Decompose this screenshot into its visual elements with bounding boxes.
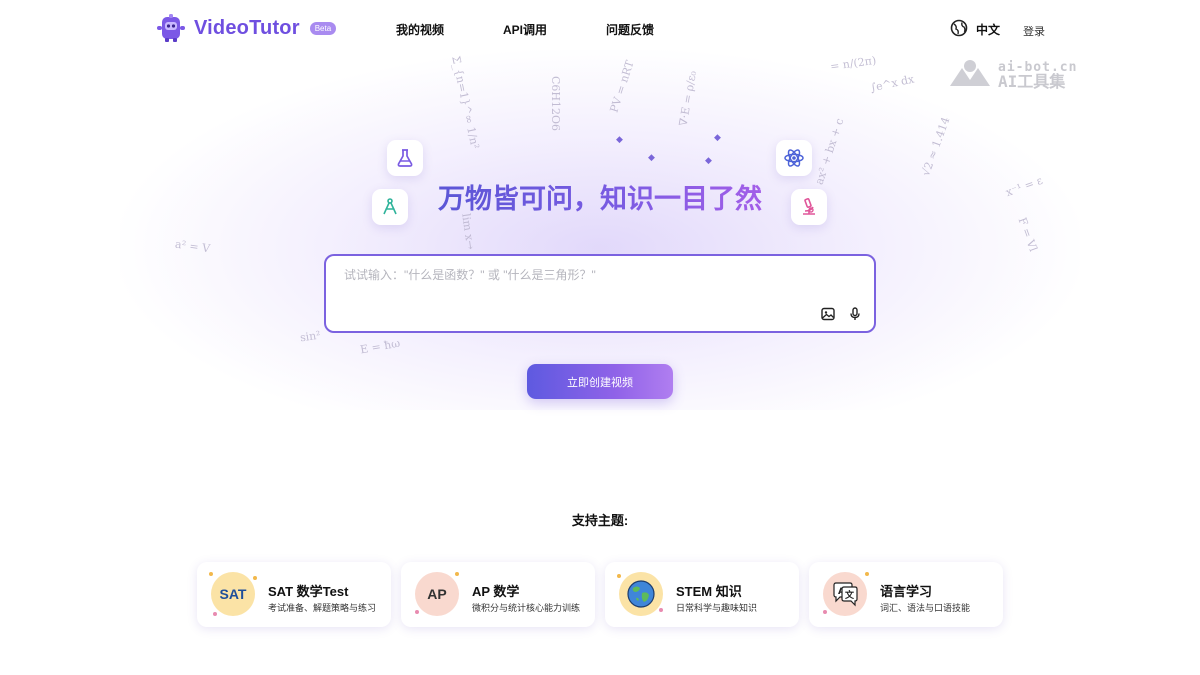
topic-subtitle: 微积分与统计核心能力训练 — [472, 603, 581, 613]
language-switcher[interactable]: 中文 — [950, 19, 1000, 40]
topic-card-ap[interactable]: AP AP 数学 微积分与统计核心能力训练 — [401, 562, 595, 627]
background-formula: √2 ≈ 1.414 — [919, 115, 953, 178]
watermark-line2: AI工具集 — [998, 72, 1066, 91]
decor-dot — [415, 610, 419, 614]
sparkle-icon: ◆ — [714, 132, 721, 142]
background-formula: lim x→ — [459, 212, 478, 251]
background-formula: a² = V — [174, 237, 211, 256]
topic-title: AP 数学 — [472, 584, 520, 599]
svg-text:文: 文 — [844, 589, 855, 601]
topic-subtitle: 考试准备、解题策略与练习 — [268, 603, 377, 613]
nav-my-videos[interactable]: 我的视频 — [396, 21, 444, 38]
watermark-logo-icon — [948, 58, 992, 93]
topic-card-sat[interactable]: SAT SAT 数学Test 考试准备、解题策略与练习 — [197, 562, 391, 627]
question-input-box — [324, 254, 876, 333]
background-formula: F = Vl — [1015, 215, 1040, 254]
sparkle-icon: ◆ — [705, 155, 712, 165]
microphone-icon — [848, 306, 862, 326]
flask-icon — [387, 140, 423, 176]
topic-title: STEM 知识 — [676, 584, 742, 599]
ap-badge: AP — [415, 572, 459, 616]
atom-icon — [776, 140, 812, 176]
image-icon — [821, 307, 835, 326]
background-formula: ax² + bx + c — [812, 116, 847, 187]
background-formula: C6H12O6 — [549, 75, 563, 132]
topic-title: 语言学习 — [880, 584, 933, 599]
create-video-button[interactable]: 立即创建视频 — [527, 364, 673, 399]
question-input[interactable] — [344, 266, 844, 296]
brand-logo[interactable]: VideoTutor Beta — [156, 14, 337, 42]
background-formula: ∇·E = ρ/ε₀ — [676, 69, 700, 128]
decor-dot — [823, 610, 827, 614]
topic-subtitle: 词汇、语法与口语技能 — [880, 603, 971, 613]
hero-title-text: 万物皆可问，知识一目了然 — [438, 184, 762, 214]
topics-heading: 支持主题: — [571, 513, 629, 528]
nav-feedback[interactable]: 问题反馈 — [606, 21, 654, 38]
nav-api[interactable]: API调用 — [503, 21, 547, 38]
sparkle-icon: ◆ — [648, 152, 655, 162]
topic-title: SAT 数学Test — [268, 584, 349, 599]
decor-dot — [659, 608, 663, 612]
decor-dot — [455, 572, 459, 576]
watermark: ai-bot.cn AI工具集 — [948, 58, 1077, 93]
decor-dot — [253, 576, 257, 580]
background-formula: Σ_{n=1}^∞ 1/n² — [449, 54, 482, 151]
globe-icon — [950, 19, 968, 40]
sat-badge: SAT — [211, 572, 255, 616]
image-upload-button[interactable] — [820, 307, 836, 326]
topic-subtitle: 日常科学与趣味知识 — [676, 603, 758, 613]
background-formula: ∫e^x dx — [869, 72, 916, 95]
hero-title: 万物皆可问，知识一目了然 — [0, 177, 1200, 216]
earth-globe-icon — [619, 572, 663, 616]
decor-dot — [213, 612, 217, 616]
background-formula: PV = nRT — [607, 58, 637, 115]
decor-dot — [617, 574, 621, 578]
brand-name: VideoTutor — [194, 16, 300, 39]
decor-dot — [865, 572, 869, 576]
login-link[interactable]: 登录 — [1023, 23, 1045, 39]
background-formula: sin² — [299, 328, 322, 345]
language-label: 中文 — [976, 23, 1001, 37]
decor-dot — [209, 572, 213, 576]
translate-icon: A 文 — [823, 572, 867, 616]
beta-badge: Beta — [309, 21, 337, 35]
sparkle-icon: ◆ — [616, 134, 623, 144]
background-formula: E = ħω — [359, 336, 402, 357]
robot-logo-icon — [156, 14, 186, 42]
hero-background-glow — [120, 50, 1080, 410]
top-header: VideoTutor Beta 我的视频 API调用 问题反馈 中文 登录 — [0, 0, 1200, 58]
voice-input-button[interactable] — [847, 306, 863, 326]
topic-card-stem[interactable]: STEM 知识 日常科学与趣味知识 — [605, 562, 799, 627]
topic-card-language[interactable]: A 文 语言学习 词汇、语法与口语技能 — [809, 562, 1003, 627]
